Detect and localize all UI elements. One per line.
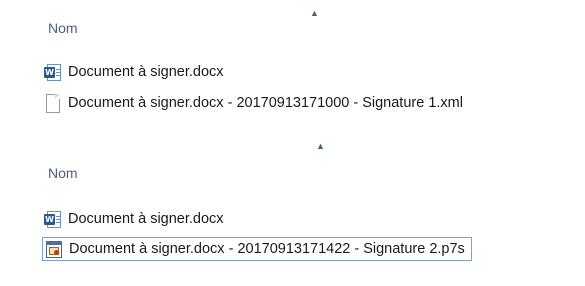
column-header-name[interactable]: ▲ Nom <box>0 8 585 38</box>
file-list-top: ▲ Nom W Document à signer.docx Document … <box>0 0 585 128</box>
list-item[interactable]: Document à signer.docx - 20170913171000 … <box>44 91 463 115</box>
file-name: Document à signer.docx <box>68 211 224 227</box>
file-name: Document à signer.docx <box>68 64 224 80</box>
list-item[interactable]: W Document à signer.docx <box>44 60 224 84</box>
xml-file-icon <box>44 93 62 113</box>
sort-ascending-icon: ▲ <box>310 8 319 18</box>
column-header-name[interactable]: ▲ Nom <box>0 141 585 181</box>
column-header-label: Nom <box>48 20 78 36</box>
sort-ascending-icon: ▲ <box>316 141 325 151</box>
file-name: Document à signer.docx - 20170913171000 … <box>68 95 463 111</box>
word-document-icon: W <box>44 63 62 82</box>
list-item-selected[interactable]: Document à signer.docx - 20170913171422 … <box>42 237 472 261</box>
p7s-signature-icon <box>45 240 63 259</box>
file-list-bottom: ▲ Nom W Document à signer.docx Document … <box>0 141 585 286</box>
word-document-icon: W <box>44 210 62 229</box>
pane-divider <box>0 129 585 141</box>
column-header-label: Nom <box>48 165 78 181</box>
file-name: Document à signer.docx - 20170913171422 … <box>69 241 465 257</box>
list-item[interactable]: W Document à signer.docx <box>44 207 224 231</box>
